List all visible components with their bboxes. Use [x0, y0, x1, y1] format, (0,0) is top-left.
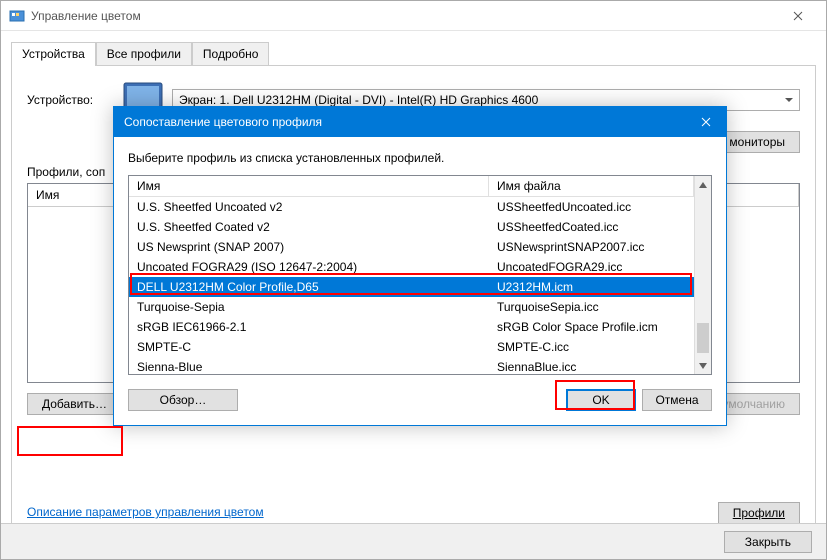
profile-row[interactable]: sRGB IEC61966-2.1sRGB Color Space Profil… — [129, 317, 694, 337]
scrollbar[interactable] — [694, 176, 711, 374]
profile-file: SiennaBlue.icc — [489, 360, 694, 374]
profile-row[interactable]: Uncoated FOGRA29 (ISO 12647-2:2004)Uncoa… — [129, 257, 694, 277]
profile-name: US Newsprint (SNAP 2007) — [129, 240, 489, 254]
window-title: Управление цветом — [31, 9, 778, 23]
tab-all-profiles[interactable]: Все профили — [96, 42, 192, 66]
profile-row[interactable]: SMPTE-CSMPTE-C.icc — [129, 337, 694, 357]
profile-name: DELL U2312HM Color Profile,D65 — [129, 280, 489, 294]
modal-close-icon[interactable] — [686, 107, 726, 137]
tab-advanced[interactable]: Подробно — [192, 42, 270, 66]
profile-file: U2312HM.icm — [489, 280, 694, 294]
profile-name: Sienna-Blue — [129, 360, 489, 374]
profile-name: SMPTE-C — [129, 340, 489, 354]
modal-titlebar: Сопоставление цветового профиля — [114, 107, 726, 137]
cancel-button[interactable]: Отмена — [642, 389, 712, 411]
close-icon[interactable] — [778, 2, 818, 30]
profile-file: UncoatedFOGRA29.icc — [489, 260, 694, 274]
profile-file: USNewsprintSNAP2007.icc — [489, 240, 694, 254]
identify-monitors-button[interactable]: мониторы — [714, 131, 800, 153]
close-button[interactable]: Закрыть — [724, 531, 812, 553]
window-footer: Закрыть — [1, 523, 826, 559]
profile-row[interactable]: U.S. Sheetfed Coated v2USSheetfedCoated.… — [129, 217, 694, 237]
device-label: Устройство: — [27, 93, 122, 107]
profile-list: Имя Имя файла U.S. Sheetfed Uncoated v2U… — [128, 175, 712, 375]
ok-button[interactable]: OK — [566, 389, 636, 411]
profile-row[interactable]: US Newsprint (SNAP 2007)USNewsprintSNAP2… — [129, 237, 694, 257]
profile-file: SMPTE-C.icc — [489, 340, 694, 354]
scroll-thumb[interactable] — [697, 323, 709, 353]
profile-file: USSheetfedUncoated.icc — [489, 200, 694, 214]
scroll-up-icon[interactable] — [695, 176, 711, 193]
profile-row[interactable]: Sienna-BlueSiennaBlue.icc — [129, 357, 694, 374]
browse-button[interactable]: Обзор… — [128, 389, 238, 411]
profile-name: sRGB IEC61966-2.1 — [129, 320, 489, 334]
main-titlebar: Управление цветом — [1, 1, 826, 31]
profile-file: USSheetfedCoated.icc — [489, 220, 694, 234]
modal-instruction: Выберите профиль из списка установленных… — [128, 151, 712, 165]
profiles-button[interactable]: Профили — [718, 502, 800, 524]
profile-name: U.S. Sheetfed Coated v2 — [129, 220, 489, 234]
profile-row[interactable]: U.S. Sheetfed Uncoated v2USSheetfedUncoa… — [129, 197, 694, 217]
profile-name: U.S. Sheetfed Uncoated v2 — [129, 200, 489, 214]
profile-file: sRGB Color Space Profile.icm — [489, 320, 694, 334]
col-header-name[interactable]: Имя — [129, 176, 489, 197]
profile-row[interactable]: DELL U2312HM Color Profile,D65U2312HM.ic… — [129, 277, 694, 297]
profile-name: Turquoise-Sepia — [129, 300, 489, 314]
col-header-file[interactable]: Имя файла — [489, 176, 694, 197]
modal-title: Сопоставление цветового профиля — [124, 115, 686, 129]
tab-devices[interactable]: Устройства — [11, 42, 96, 66]
add-button[interactable]: Добавить… — [27, 393, 122, 415]
advanced-link[interactable]: Описание параметров управления цветом — [27, 505, 264, 519]
tab-strip: Устройства Все профили Подробно — [1, 31, 826, 65]
profile-row[interactable]: Turquoise-SepiaTurquoiseSepia.icc — [129, 297, 694, 317]
app-icon — [9, 8, 25, 24]
scroll-down-icon[interactable] — [695, 357, 711, 374]
profile-file: TurquoiseSepia.icc — [489, 300, 694, 314]
scroll-track[interactable] — [695, 193, 711, 357]
device-selected: Экран: 1. Dell U2312HM (Digital - DVI) -… — [179, 93, 538, 107]
profile-name: Uncoated FOGRA29 (ISO 12647-2:2004) — [129, 260, 489, 274]
associate-profile-dialog: Сопоставление цветового профиля Выберите… — [113, 106, 727, 426]
